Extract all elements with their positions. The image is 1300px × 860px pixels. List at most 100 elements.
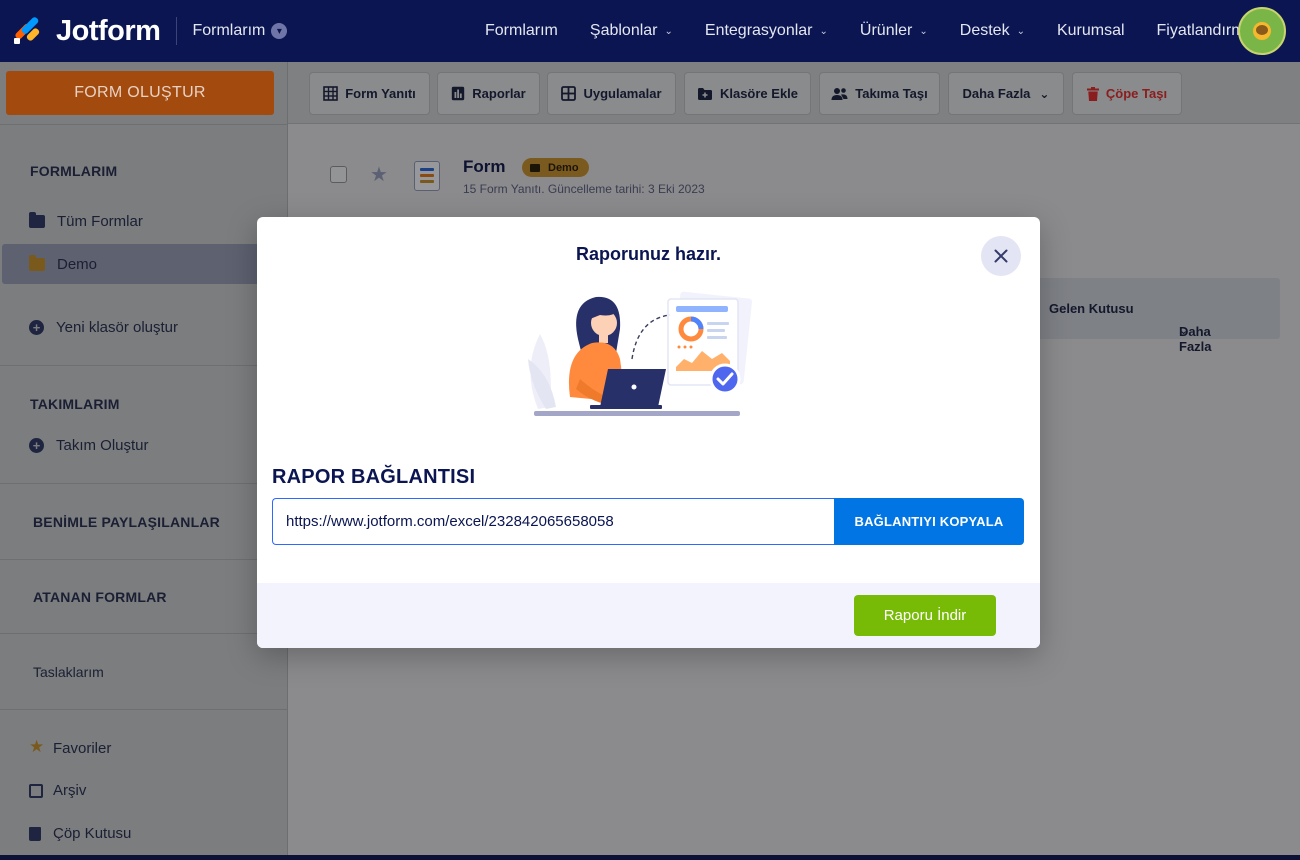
teams-heading: TAKIMLARIM <box>30 396 120 412</box>
sidebar-item-label: Çöp Kutusu <box>53 825 132 842</box>
main-menu: Formlarım Şablonlar ⌄ Entegrasyonlar ⌄ Ürü… <box>485 0 1285 62</box>
sidebar-item-drafts[interactable]: Taslaklarım <box>33 664 104 680</box>
nav-enterprise[interactable]: Kurumsal <box>1057 22 1125 40</box>
plus-circle-icon: + <box>29 320 44 335</box>
report-illustration <box>528 291 753 416</box>
chevron-down-icon: ⌄ <box>819 25 828 37</box>
plus-circle-icon: + <box>29 438 44 453</box>
chevron-down-icon: ⌄ <box>664 25 673 37</box>
trash-icon <box>1086 86 1099 101</box>
form-list-item[interactable]: ★ Form Demo 15 Form Yanıtı. Güncelleme t… <box>288 124 1300 224</box>
nav-support[interactable]: Destek ⌄ <box>960 22 1025 40</box>
form-icon <box>414 161 440 191</box>
nav-label: Şablonlar <box>589 22 658 39</box>
button-label: Klasöre Ekle <box>719 86 799 101</box>
nav-myforms[interactable]: Formlarım <box>485 22 558 40</box>
shared-with-me-item[interactable]: BENİMLE PAYLAŞILANLAR <box>33 514 220 530</box>
bottom-edge <box>0 855 1300 860</box>
nav-templates[interactable]: Şablonlar ⌄ <box>590 22 673 40</box>
bar-chart-icon <box>452 86 465 101</box>
submissions-button[interactable]: Form Yanıtı <box>309 72 430 115</box>
user-avatar[interactable] <box>1238 7 1286 55</box>
action-toolbar: Form Yanıtı Raporlar Uygulamalar Klasöre… <box>288 62 1300 124</box>
reports-button[interactable]: Raporlar <box>437 72 540 115</box>
apps-button[interactable]: Uygulamalar <box>547 72 676 115</box>
sidebar-item-all-forms[interactable]: Tüm Formlar <box>29 212 143 230</box>
sidebar-item-favorites[interactable]: ★ Favoriler <box>29 737 112 757</box>
modal-title: Raporunuz hazır. <box>575 244 721 264</box>
chevron-down-icon: ⌄ <box>919 25 928 37</box>
sidebar-item-label: Demo <box>57 256 98 273</box>
button-label: Uygulamalar <box>583 86 662 101</box>
chevron-down-icon: ⌄ <box>1016 25 1025 37</box>
close-button[interactable] <box>981 236 1021 276</box>
nav-label: Formlarım <box>485 22 558 39</box>
sidebar-item-label: Favoriler <box>53 739 112 757</box>
sidebar: FORM OLUŞTUR FORMLARIM Tüm Formlar Demo … <box>0 62 288 860</box>
chevron-down-icon: ⌄ <box>1179 325 1189 337</box>
star-icon: ★ <box>29 737 45 756</box>
create-team-button[interactable]: + Takım Oluştur <box>29 437 149 454</box>
jotform-logo[interactable]: Jotform <box>12 14 161 48</box>
sidebar-divider <box>0 365 288 366</box>
button-label: Takıma Taşı <box>855 86 928 101</box>
nav-label: Ürünler <box>859 22 913 39</box>
button-label: Çöpe Taşı <box>1105 86 1168 101</box>
myforms-heading: FORMLARIM <box>30 163 118 179</box>
create-form-button[interactable]: FORM OLUŞTUR <box>6 71 274 115</box>
jotform-logo-icon <box>12 15 42 46</box>
move-to-folder-button[interactable]: Klasöre Ekle <box>684 72 811 115</box>
sidebar-divider <box>0 483 288 484</box>
move-to-team-button[interactable]: Takıma Taşı <box>819 72 940 115</box>
nav-divider <box>176 17 178 45</box>
workspace-label: Formlarım <box>192 22 266 39</box>
sidebar-divider <box>0 559 288 560</box>
report-ready-modal: Raporunuz hazır. RAPOR BAĞLANTISI https:… <box>257 217 1040 648</box>
inbox-button[interactable]: Gelen Kutusu <box>1049 301 1134 316</box>
sidebar-item-label: Arşiv <box>53 782 87 799</box>
nav-products[interactable]: Ürünler ⌄ <box>860 22 928 40</box>
sidebar-item-trash[interactable]: Çöp Kutusu <box>29 825 131 842</box>
more-actions-button[interactable]: Daha Fazla ⌄ <box>948 72 1064 115</box>
folder-plus-icon <box>697 87 712 100</box>
top-navigation: Jotform Formlarım ▾ Formlarım Şablonlar ⌄… <box>0 0 1300 62</box>
archive-icon <box>29 783 43 798</box>
workspace-switcher[interactable]: Formlarım ▾ <box>192 22 288 40</box>
table-icon <box>323 86 339 101</box>
close-icon <box>994 249 1008 263</box>
modal-footer: Raporu İndir <box>257 583 1040 648</box>
sidebar-divider <box>0 633 288 634</box>
sidebar-item-label: Yeni klasör oluştur <box>56 319 179 336</box>
nav-label: Kurumsal <box>1056 22 1125 39</box>
button-label: Daha Fazla <box>962 86 1031 101</box>
folder-tag[interactable]: Demo <box>522 158 589 177</box>
sidebar-divider <box>0 709 288 710</box>
sidebar-item-label: Takım Oluştur <box>56 437 149 454</box>
report-link-input[interactable]: https://www.jotform.com/excel/2328420656… <box>272 498 835 545</box>
report-link-label: RAPOR BAĞLANTISI <box>272 466 476 488</box>
sidebar-item-archive[interactable]: Arşiv <box>29 782 86 799</box>
select-checkbox[interactable] <box>330 166 347 183</box>
sidebar-divider <box>0 124 288 125</box>
team-icon <box>831 87 848 100</box>
sidebar-item-demo-folder[interactable]: Demo <box>29 255 98 273</box>
folder-tag-label: Demo <box>548 161 579 174</box>
nav-label: Entegrasyonlar <box>704 22 813 39</box>
download-report-button[interactable]: Raporu İndir <box>854 595 996 636</box>
new-folder-button[interactable]: + Yeni klasör oluştur <box>29 319 178 336</box>
folder-icon <box>29 255 45 271</box>
brand-name: Jotform <box>56 14 161 47</box>
sidebar-item-label: Tüm Formlar <box>57 213 143 230</box>
button-label: Form Yanıtı <box>345 86 416 101</box>
form-title[interactable]: Form <box>463 157 506 177</box>
copy-link-button[interactable]: BAĞLANTIYI KOPYALA <box>834 498 1024 545</box>
nav-integrations[interactable]: Entegrasyonlar ⌄ <box>705 22 828 40</box>
folder-icon <box>530 163 540 172</box>
chevron-down-icon: ▾ <box>271 23 288 39</box>
folder-icon <box>29 212 45 228</box>
assigned-forms-item[interactable]: ATANAN FORMLAR <box>33 589 167 605</box>
star-icon[interactable]: ★ <box>370 162 388 187</box>
sidebar-item-label: Taslaklarım <box>33 664 104 680</box>
move-to-trash-button[interactable]: Çöpe Taşı <box>1072 72 1182 115</box>
trash-icon <box>29 826 41 841</box>
